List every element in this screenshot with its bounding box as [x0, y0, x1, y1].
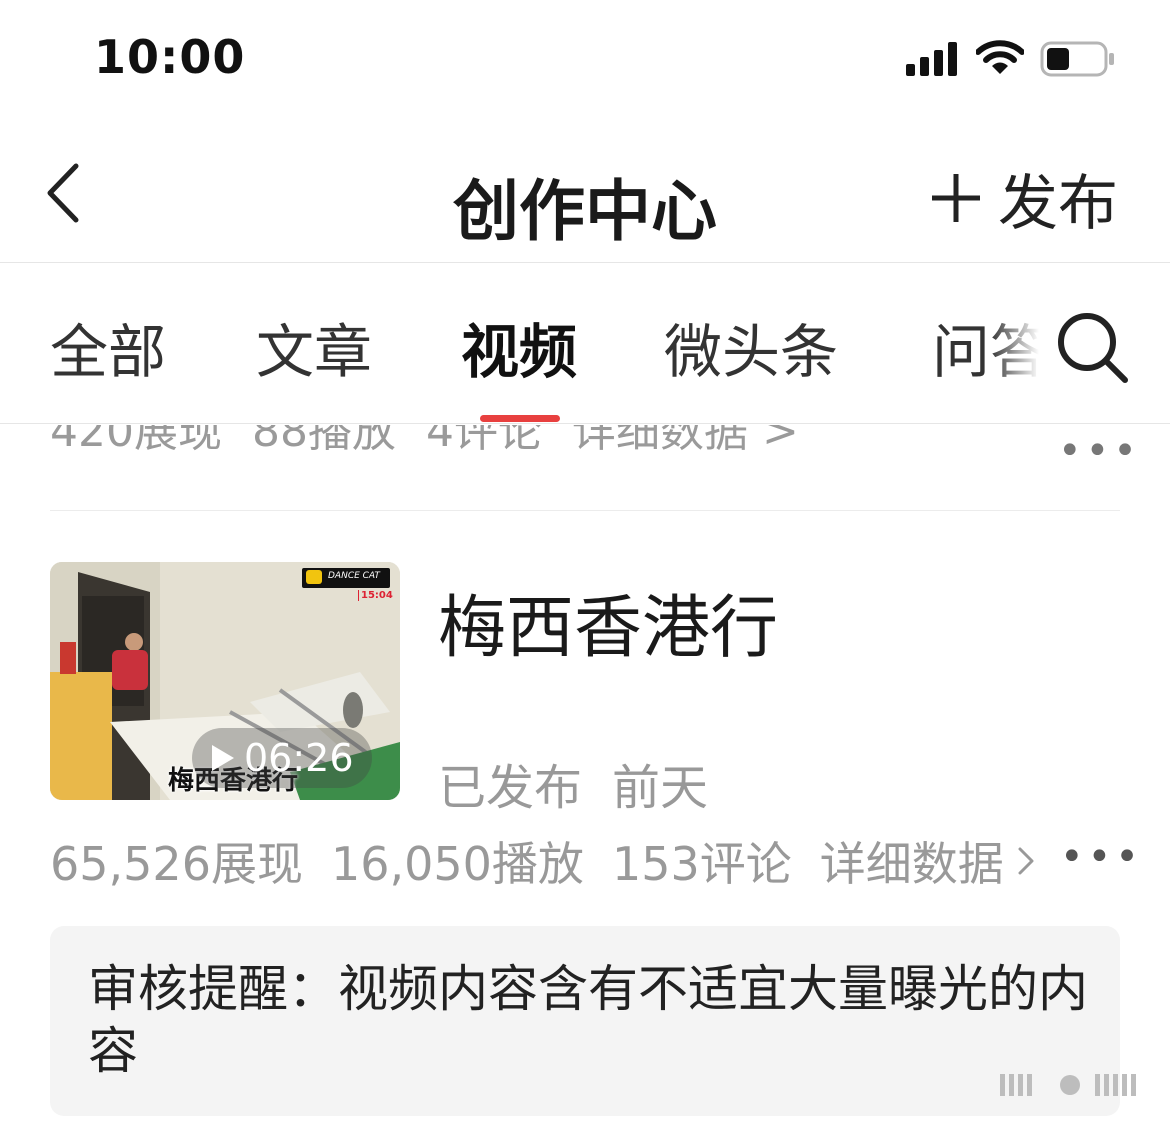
cat-logo-icon — [306, 570, 322, 584]
video-duration: 06:26 — [244, 736, 354, 780]
play-icon — [212, 745, 234, 771]
watermark-icon — [1000, 1074, 1136, 1096]
plus-icon — [932, 174, 980, 222]
tab-videos[interactable]: 视频 — [461, 305, 577, 389]
tab-micro-posts[interactable]: 微头条 — [664, 305, 838, 389]
publish-button[interactable]: 发布 — [930, 158, 1118, 239]
wifi-icon — [976, 40, 1024, 74]
chevron-right-icon — [1018, 847, 1034, 875]
battery-icon — [1040, 41, 1114, 77]
comments-count: 153评论 — [611, 837, 792, 891]
review-notice-text: 审核提醒：视频内容含有不适宜大量曝光的内容 — [88, 960, 1088, 1080]
publish-status: 已发布 — [438, 760, 583, 816]
tab-all[interactable]: 全部 — [50, 305, 166, 389]
impressions-count: 65,526展现 — [50, 837, 303, 891]
tab-scroll-fade — [990, 280, 1060, 410]
active-tab-indicator — [480, 415, 560, 422]
divider — [50, 510, 1120, 511]
publish-label: 发布 — [998, 168, 1118, 239]
publish-time: 前天 — [612, 760, 709, 816]
previous-comments: 4评论 — [425, 425, 542, 457]
status-time: 10:00 — [94, 30, 246, 84]
detail-data-label: 详细数据 — [819, 837, 1004, 891]
video-status-row: 已发布 前天 — [438, 748, 708, 818]
previous-impressions: 420展现 — [50, 425, 222, 457]
previous-item-stats: 420展现 88播放 4评论 详细数据 > — [50, 425, 1130, 467]
cellular-signal-icon — [906, 42, 957, 76]
video-title[interactable]: 梅西香港行 — [438, 572, 778, 671]
video-duration-badge[interactable]: 06:26 — [192, 728, 372, 788]
detail-data-link[interactable]: 详细数据 — [820, 828, 1034, 894]
tab-articles[interactable]: 文章 — [256, 305, 372, 389]
thumbnail-timestamp: 15:04 — [358, 590, 393, 601]
plays-count: 16,050播放 — [330, 837, 584, 891]
previous-plays: 88播放 — [251, 425, 396, 457]
more-options-button[interactable]: ••• — [1060, 834, 1143, 880]
video-stats-row: 65,526展现 16,050播放 153评论 详细数据 — [50, 828, 1034, 894]
search-icon[interactable] — [1055, 310, 1129, 384]
previous-detail-link[interactable]: 详细数据 > — [572, 425, 799, 459]
previous-more-button[interactable]: ••• — [1058, 428, 1141, 474]
divider — [0, 423, 1170, 424]
divider — [0, 262, 1170, 263]
